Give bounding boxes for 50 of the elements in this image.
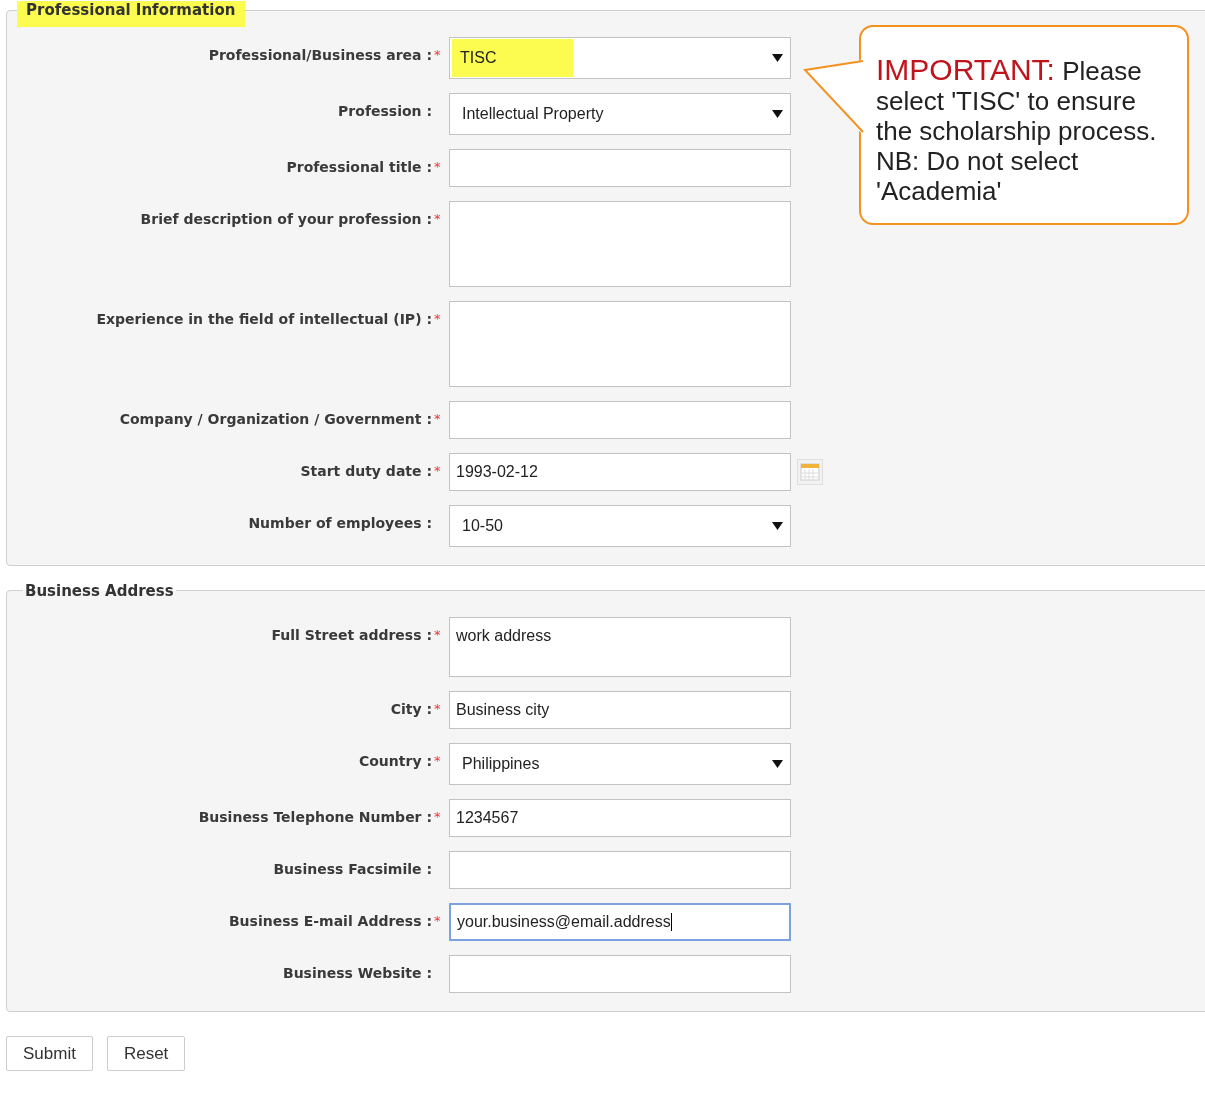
field-label: Full Street address :	[271, 627, 432, 643]
field-label: Business E-mail Address :	[228, 913, 432, 929]
required-marker: *	[434, 411, 442, 427]
required-marker: *	[434, 627, 442, 643]
text-area[interactable]	[449, 301, 791, 387]
field-label: Start duty date :	[300, 463, 432, 479]
input-field[interactable]	[449, 149, 791, 187]
caret-icon	[771, 521, 784, 531]
required-marker: *	[434, 701, 442, 717]
field-label: Professional title :	[286, 159, 432, 175]
caret-icon	[771, 109, 784, 119]
caret-icon	[771, 53, 784, 63]
required-marker: *	[434, 753, 442, 769]
text-area[interactable]: work address	[449, 617, 791, 677]
dropdown[interactable]: Philippines	[449, 743, 791, 785]
field-label: Business Facsimile :	[273, 861, 432, 877]
dropdown[interactable]: Intellectual Property	[449, 93, 791, 135]
field-label: Brief description of your profession :	[140, 211, 432, 227]
input-field[interactable]	[449, 955, 791, 993]
form-button[interactable]: Reset	[106, 1036, 186, 1071]
field-label: Professional/Business area :	[208, 47, 432, 63]
dropdown[interactable]: TISC	[449, 37, 791, 79]
field-label: Number of employees :	[248, 515, 432, 531]
caret-icon	[771, 759, 784, 769]
calendar-icon[interactable]	[797, 459, 823, 485]
required-marker: *	[434, 913, 442, 929]
input-field[interactable]: 1234567	[449, 799, 791, 837]
input-field[interactable]: Business city	[449, 691, 791, 729]
callout-note: IMPORTANT: Please select 'TISC' to ensure the scholarship process. NB: Do not select 'Academia'	[859, 25, 1189, 225]
required-marker: *	[434, 47, 442, 63]
required-marker: *	[434, 463, 442, 479]
text-area[interactable]	[449, 201, 791, 287]
input-field[interactable]	[449, 851, 791, 889]
form-button[interactable]: Submit	[6, 1036, 93, 1071]
date-field[interactable]: 1993-02-12	[449, 453, 791, 491]
field-label: Experience in the field of intellectual (IP) :	[96, 311, 432, 327]
required-marker: *	[434, 211, 442, 227]
field-label: Company / Organization / Government :	[119, 411, 432, 427]
field-label: City :	[390, 701, 432, 717]
field-label: Country :	[358, 753, 432, 769]
field-label: Profession :	[338, 103, 432, 119]
dropdown[interactable]: 10-50	[449, 505, 791, 547]
input-field[interactable]: your.business@email.address	[449, 903, 791, 941]
required-marker: *	[434, 809, 442, 825]
required-marker: *	[434, 159, 442, 175]
input-field[interactable]	[449, 401, 791, 439]
field-label: Business Website :	[282, 965, 432, 981]
field-label: Business Telephone Number :	[198, 809, 432, 825]
section-legend: Professional Information	[17, 1, 246, 27]
required-marker: *	[434, 311, 442, 327]
